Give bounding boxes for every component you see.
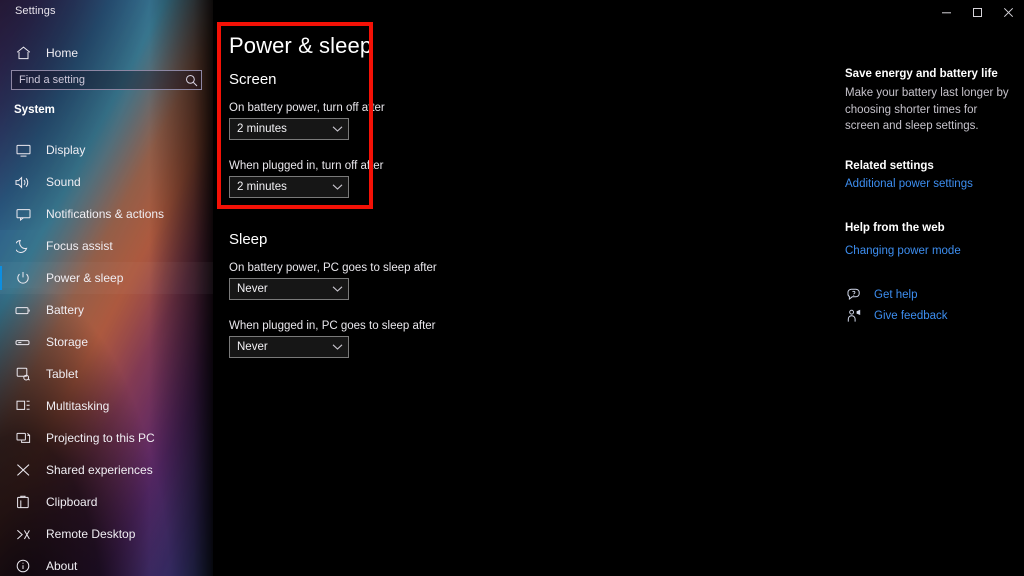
- sleep-plugged-label: When plugged in, PC goes to sleep after: [229, 320, 436, 332]
- dropdown-value: Never: [237, 341, 268, 353]
- sidebar-item-label: Home: [46, 46, 79, 60]
- settings-window: Settings Home Find a setting System Disp…: [0, 0, 1024, 576]
- window-controls: [931, 0, 1024, 24]
- tablet-icon: [14, 366, 32, 382]
- multitasking-icon: [14, 398, 32, 414]
- main-content: Power & sleep Screen On battery power, t…: [213, 0, 1024, 576]
- sidebar-item-label: Multitasking: [46, 399, 110, 413]
- storage-icon: [14, 334, 32, 350]
- sidebar-item-multitasking[interactable]: Multitasking: [0, 390, 213, 422]
- sidebar-item-home[interactable]: Home: [0, 37, 213, 69]
- get-help-label: Get help: [874, 288, 918, 301]
- project-icon: [14, 430, 32, 446]
- dropdown-value: 2 minutes: [237, 123, 287, 135]
- get-help-link[interactable]: Get help: [845, 288, 917, 301]
- question-bubble-icon: [845, 288, 863, 301]
- screen-battery-label: On battery power, turn off after: [229, 102, 385, 114]
- sleep-battery-dropdown[interactable]: Never: [229, 278, 349, 300]
- changing-power-mode-link[interactable]: Changing power mode: [845, 245, 961, 257]
- clipboard-icon: [14, 494, 32, 510]
- app-title: Settings: [15, 5, 56, 17]
- give-feedback-link[interactable]: Give feedback: [845, 309, 948, 323]
- sidebar-item-remote-desktop[interactable]: Remote Desktop: [0, 518, 213, 550]
- dropdown-value: 2 minutes: [237, 181, 287, 193]
- moon-icon: [14, 238, 32, 254]
- tip-body: Make your battery last longer by choosin…: [845, 87, 1009, 132]
- sidebar-item-about[interactable]: About: [0, 550, 213, 576]
- sidebar-item-label: Power & sleep: [46, 271, 124, 285]
- notification-icon: [14, 206, 32, 222]
- sidebar-item-shared-experiences[interactable]: Shared experiences: [0, 454, 213, 486]
- sidebar-item-label: Remote Desktop: [46, 527, 136, 541]
- sidebar-item-label: Projecting to this PC: [46, 431, 155, 445]
- sidebar-group-title: System: [14, 104, 55, 116]
- sleep-battery-label: On battery power, PC goes to sleep after: [229, 262, 437, 274]
- chevron-down-icon: [326, 183, 348, 191]
- speaker-icon: [14, 174, 32, 190]
- info-panel: Save energy and battery life Make your b…: [845, 0, 1024, 576]
- search-input[interactable]: [12, 71, 181, 89]
- sidebar-item-label: Clipboard: [46, 495, 98, 509]
- sidebar-item-focus-assist[interactable]: Focus assist: [0, 230, 213, 262]
- power-icon: [14, 270, 32, 286]
- info-icon: [14, 558, 32, 574]
- give-feedback-label: Give feedback: [874, 310, 948, 322]
- sleep-plugged-dropdown[interactable]: Never: [229, 336, 349, 358]
- minimize-button[interactable]: [931, 0, 962, 24]
- dropdown-value: Never: [237, 283, 268, 295]
- chevron-down-icon: [326, 343, 348, 351]
- screen-plugged-dropdown[interactable]: 2 minutes: [229, 176, 349, 198]
- feedback-person-icon: [845, 309, 863, 323]
- help-from-web-heading: Help from the web: [845, 222, 945, 234]
- sidebar-item-sound[interactable]: Sound: [0, 166, 213, 198]
- sidebar-item-label: Shared experiences: [46, 463, 153, 477]
- sidebar-item-label: Notifications & actions: [46, 207, 165, 221]
- remote-desktop-icon: [14, 526, 32, 542]
- sidebar-item-label: Focus assist: [46, 239, 113, 253]
- sidebar-item-label: Tablet: [46, 367, 79, 381]
- chevron-down-icon: [326, 125, 348, 133]
- search-box[interactable]: [11, 70, 202, 90]
- search-icon[interactable]: [181, 74, 201, 87]
- related-settings-heading: Related settings: [845, 160, 934, 172]
- sidebar-item-label: About: [46, 559, 78, 573]
- chevron-down-icon: [326, 285, 348, 293]
- sidebar-item-label: Sound: [46, 175, 81, 189]
- sidebar-item-tablet[interactable]: Tablet: [0, 358, 213, 390]
- sidebar-item-clipboard[interactable]: Clipboard: [0, 486, 213, 518]
- close-button[interactable]: [993, 0, 1024, 24]
- screen-section-heading: Screen: [229, 71, 277, 88]
- sidebar-item-label: Display: [46, 143, 86, 157]
- monitor-icon: [14, 142, 32, 158]
- battery-icon: [14, 302, 32, 318]
- screen-plugged-label: When plugged in, turn off after: [229, 160, 384, 172]
- sidebar-item-storage[interactable]: Storage: [0, 326, 213, 358]
- sidebar-item-battery[interactable]: Battery: [0, 294, 213, 326]
- home-icon: [14, 45, 32, 61]
- sidebar-item-display[interactable]: Display: [0, 134, 213, 166]
- sidebar-item-list: Display Sound Notifications & actions Focus…: [0, 134, 213, 576]
- sidebar-item-label: Battery: [46, 303, 85, 317]
- sidebar-item-notifications-actions[interactable]: Notifications & actions: [0, 198, 213, 230]
- additional-power-settings-link[interactable]: Additional power settings: [845, 178, 973, 190]
- sleep-section-heading: Sleep: [229, 231, 268, 248]
- sidebar-item-power-sleep[interactable]: Power & sleep: [0, 262, 213, 294]
- sidebar-item-projecting-to-this-pc[interactable]: Projecting to this PC: [0, 422, 213, 454]
- navigation-sidebar: Settings Home Find a setting System Disp…: [0, 0, 213, 576]
- sidebar-item-label: Storage: [46, 335, 89, 349]
- maximize-button[interactable]: [962, 0, 993, 24]
- screen-battery-dropdown[interactable]: 2 minutes: [229, 118, 349, 140]
- page-title: Power & sleep: [229, 33, 373, 58]
- tip-heading: Save energy and battery life: [845, 68, 998, 80]
- shared-icon: [14, 462, 32, 478]
- selected-indicator: [0, 266, 2, 290]
